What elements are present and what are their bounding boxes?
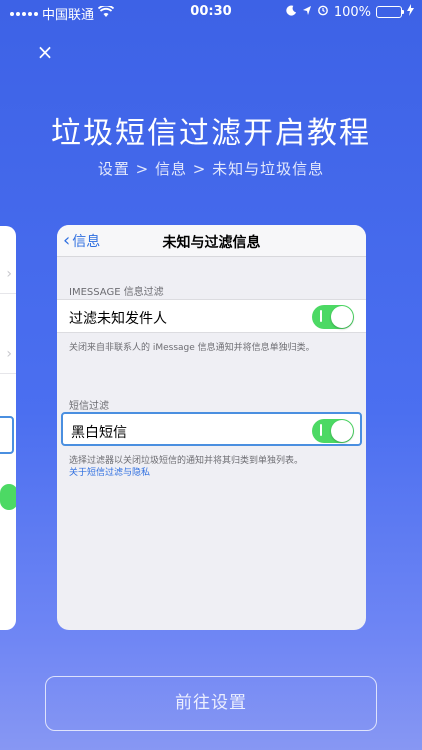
previous-slide-card[interactable]: › › <box>0 226 16 630</box>
card-nav-bar: ‹ 信息 未知与过滤信息 <box>57 225 366 257</box>
close-button[interactable]: × <box>34 41 56 63</box>
filter-unknown-senders-row[interactable]: 过滤未知发件人 <box>57 299 366 333</box>
sms-filter-toggle[interactable] <box>312 419 354 443</box>
status-bar: 中国联通 00:30 100% <box>0 0 422 24</box>
location-icon <box>302 5 312 20</box>
filter-unknown-senders-toggle[interactable] <box>312 305 354 329</box>
tutorial-card: ‹ 信息 未知与过滤信息 IMESSAGE 信息过滤 过滤未知发件人 关闭来自非… <box>57 225 366 630</box>
row2-footnote-text: 选择过滤器以关闭垃圾短信的通知并将其归类到单独列表。 <box>69 456 304 466</box>
peek-toggle <box>0 484 16 510</box>
status-right: 100% <box>286 4 414 20</box>
go-to-settings-button[interactable]: 前往设置 <box>45 676 377 731</box>
row2-footnote: 选择过滤器以关闭垃圾短信的通知并将其归类到单独列表。 关于短信过滤与隐私 <box>69 455 359 479</box>
nav-title: 未知与过滤信息 <box>162 235 261 251</box>
battery-percent: 100% <box>333 4 371 20</box>
sms-filter-app-row[interactable]: 黑白短信 <box>61 412 362 446</box>
alarm-icon <box>317 4 329 20</box>
page-title: 垃圾短信过滤开启教程 <box>51 116 371 151</box>
row-label: 过滤未知发件人 <box>69 311 167 327</box>
peek-row: › <box>0 254 16 294</box>
section-header-imessage: IMESSAGE 信息过滤 <box>69 287 164 298</box>
peek-row: › <box>0 334 16 374</box>
section-header-sms: 短信过滤 <box>69 401 109 412</box>
row1-footnote: 关闭来自非联系人的 iMessage 信息通知并将信息单独归类。 <box>69 343 315 353</box>
moon-icon <box>286 5 297 20</box>
chevron-right-icon: › <box>6 266 12 282</box>
chevron-right-icon: › <box>6 346 12 362</box>
charging-icon <box>407 4 414 20</box>
peek-highlight <box>0 416 14 454</box>
sms-privacy-link[interactable]: 关于短信过滤与隐私 <box>69 467 359 479</box>
breadcrumb: 设置 > 信息 > 未知与垃圾信息 <box>97 160 325 178</box>
battery-icon <box>376 6 404 18</box>
row-label: 黑白短信 <box>71 425 127 441</box>
